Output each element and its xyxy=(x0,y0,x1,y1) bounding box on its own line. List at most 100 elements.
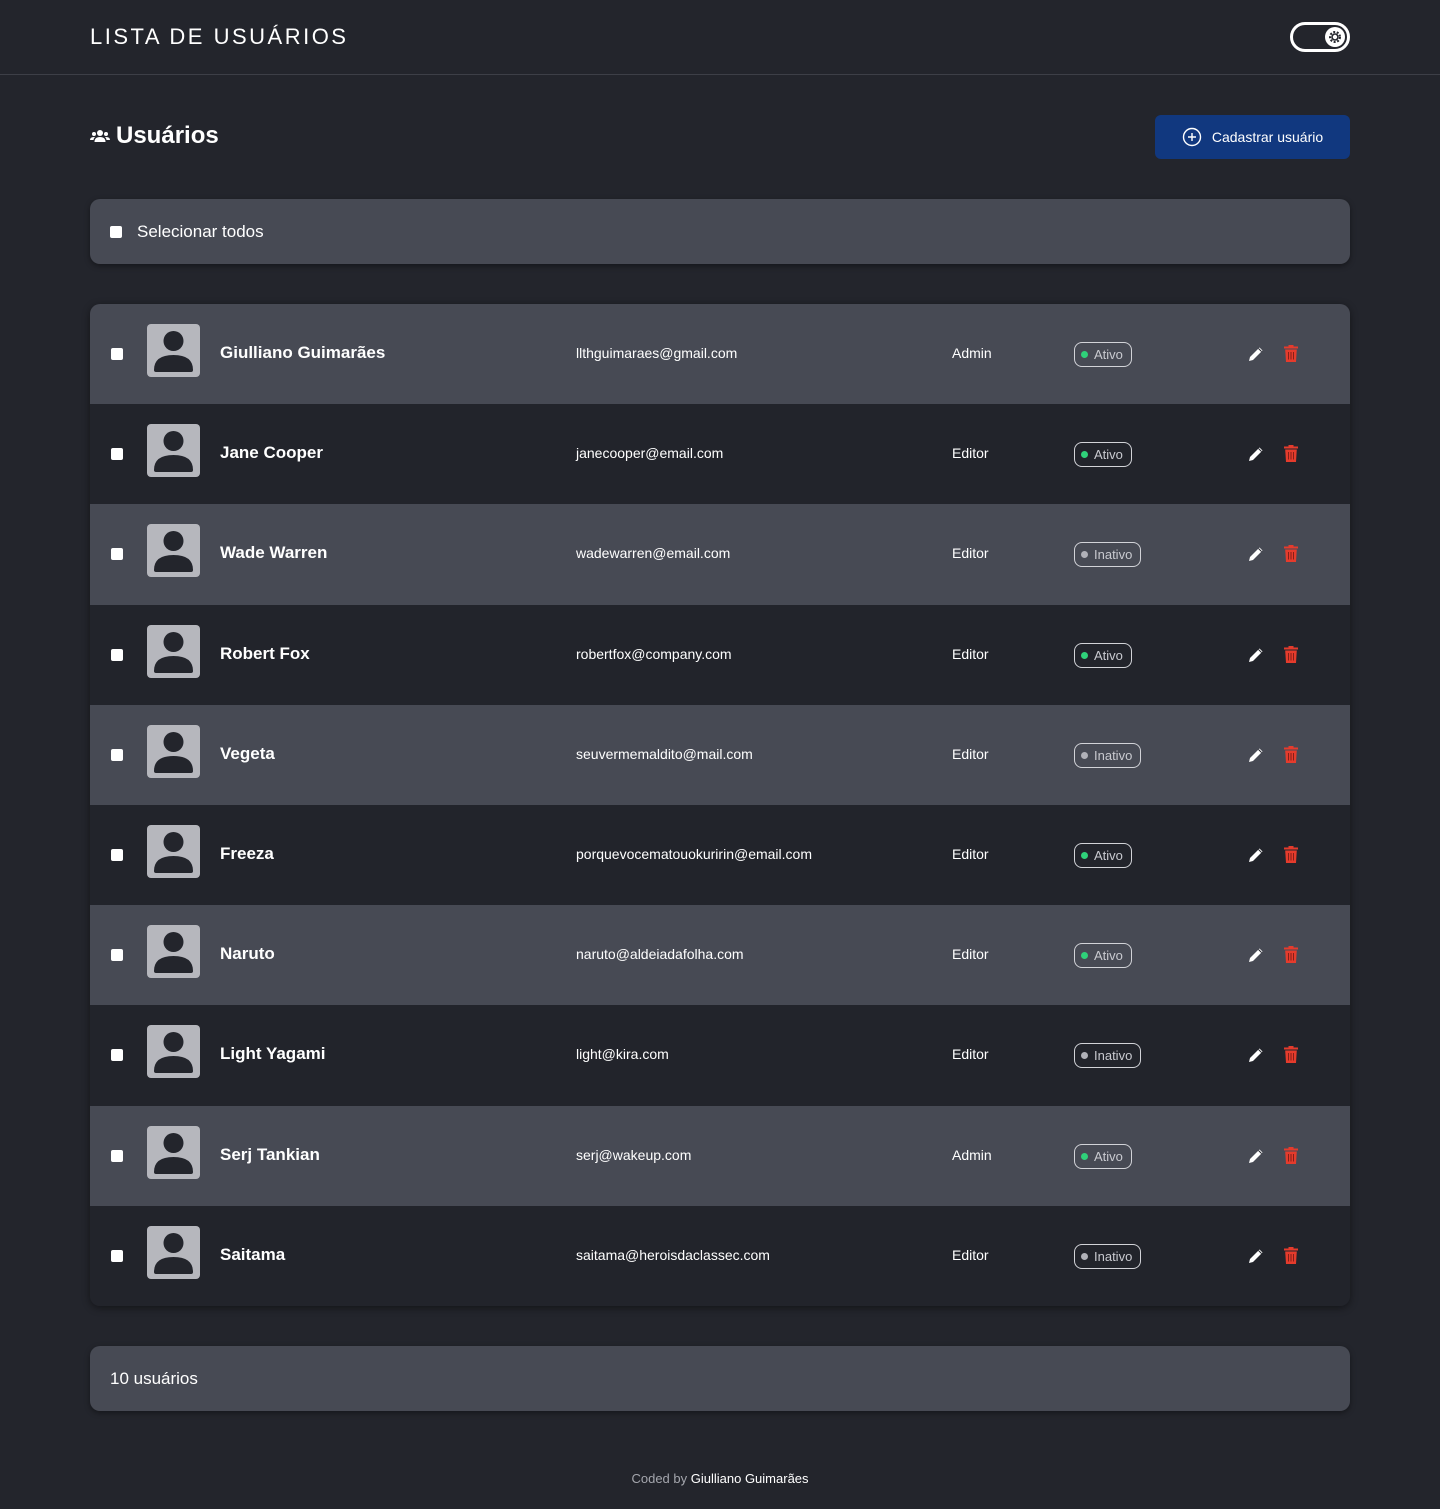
avatar xyxy=(147,925,200,979)
user-name: Jane Cooper xyxy=(220,443,323,463)
trash-icon[interactable] xyxy=(1284,645,1298,663)
status-badge: Ativo xyxy=(1074,1143,1132,1169)
user-name: Wade Warren xyxy=(220,543,328,563)
trash-icon[interactable] xyxy=(1284,946,1298,964)
user-email: light@kira.com xyxy=(576,1046,669,1063)
top-bar: LISTA DE USUÁRIOS xyxy=(0,0,1440,75)
pencil-icon[interactable] xyxy=(1247,946,1265,964)
status-badge: Ativo xyxy=(1074,642,1132,668)
trash-icon[interactable] xyxy=(1284,745,1298,763)
row-checkbox[interactable] xyxy=(111,748,123,761)
status-label: Inativo xyxy=(1094,1248,1133,1264)
status-dot xyxy=(1081,851,1088,859)
user-icon xyxy=(154,731,193,773)
user-email: naruto@aldeiadafolha.com xyxy=(576,946,744,963)
user-row: Wade Warren wadewarren@email.com Editor Ina… xyxy=(90,504,1350,605)
footer-author[interactable]: Giulliano Guimarães xyxy=(691,1471,809,1486)
select-all-checkbox[interactable] xyxy=(110,225,122,238)
status-badge: Ativo xyxy=(1074,442,1132,468)
status-dot xyxy=(1081,551,1088,559)
avatar xyxy=(147,324,200,377)
trash-icon[interactable] xyxy=(1284,845,1298,863)
status-label: Ativo xyxy=(1094,847,1123,863)
status-badge: Inativo xyxy=(1074,1043,1142,1069)
status-dot xyxy=(1081,751,1088,759)
user-icon xyxy=(154,331,193,372)
user-icon xyxy=(154,631,193,673)
user-role: Editor xyxy=(952,1246,989,1263)
row-checkbox[interactable] xyxy=(111,1149,123,1162)
status-label: Ativo xyxy=(1094,447,1123,463)
status-dot xyxy=(1081,651,1088,659)
row-checkbox[interactable] xyxy=(111,348,123,360)
row-checkbox[interactable] xyxy=(111,1249,123,1262)
user-name: Freeza xyxy=(220,843,274,863)
avatar xyxy=(147,524,200,578)
status-dot xyxy=(1081,952,1088,960)
trash-icon[interactable] xyxy=(1284,1046,1298,1064)
trash-icon[interactable] xyxy=(1284,545,1298,563)
user-email: llthguimaraes@gmail.com xyxy=(576,345,738,361)
user-name: Serj Tankian xyxy=(220,1144,320,1164)
status-label: Inativo xyxy=(1094,1048,1133,1064)
user-name: Robert Fox xyxy=(220,643,310,663)
page-title: Usuários xyxy=(116,122,219,149)
pencil-icon[interactable] xyxy=(1247,345,1265,363)
pencil-icon[interactable] xyxy=(1247,1247,1265,1265)
row-checkbox[interactable] xyxy=(111,648,123,661)
user-role: Editor xyxy=(952,946,989,963)
status-badge: Ativo xyxy=(1074,342,1132,367)
footer-prefix: Coded by xyxy=(631,1471,688,1486)
user-icon xyxy=(154,431,193,473)
row-checkbox[interactable] xyxy=(111,1049,123,1062)
user-name: Giulliano Guimarães xyxy=(220,343,386,362)
pencil-icon[interactable] xyxy=(1247,545,1265,563)
pencil-icon[interactable] xyxy=(1247,1147,1265,1165)
row-checkbox[interactable] xyxy=(111,548,123,561)
user-icon xyxy=(154,1132,193,1174)
app-title: LISTA DE USUÁRIOS xyxy=(90,24,349,49)
status-badge: Inativo xyxy=(1074,542,1142,568)
user-row: Jane Cooper janecooper@email.com Editor Ati… xyxy=(90,404,1350,505)
status-dot xyxy=(1081,1152,1088,1160)
trash-icon[interactable] xyxy=(1284,445,1298,463)
users-icon xyxy=(90,130,110,142)
user-name: Light Yagami xyxy=(220,1044,326,1064)
avatar xyxy=(147,1125,200,1179)
status-badge: Ativo xyxy=(1074,943,1132,969)
status-label: Ativo xyxy=(1094,647,1123,663)
user-role: Editor xyxy=(952,545,989,562)
user-role: Editor xyxy=(952,745,989,762)
trash-icon[interactable] xyxy=(1284,1146,1298,1164)
pencil-icon[interactable] xyxy=(1247,445,1265,463)
user-icon xyxy=(154,831,193,873)
user-row: Vegeta seuvermemaldito@mail.com Editor Inat… xyxy=(90,704,1350,805)
user-icon xyxy=(154,932,193,974)
theme-toggle[interactable] xyxy=(1290,22,1350,52)
trash-icon[interactable] xyxy=(1284,345,1298,362)
pencil-icon[interactable] xyxy=(1247,646,1265,664)
add-user-button-label: Cadastrar usuário xyxy=(1211,129,1324,145)
select-all-label: Selecionar todos xyxy=(137,221,264,241)
user-name: Naruto xyxy=(220,944,275,964)
status-label: Inativo xyxy=(1094,747,1133,763)
trash-icon[interactable] xyxy=(1284,1246,1298,1264)
user-role: Editor xyxy=(952,445,989,462)
user-name: Saitama xyxy=(220,1244,286,1264)
row-checkbox[interactable] xyxy=(111,949,123,962)
row-checkbox[interactable] xyxy=(111,848,123,861)
page-heading: Usuários xyxy=(90,122,219,150)
user-count-bar: 10 usuários xyxy=(90,1346,1350,1411)
pencil-icon[interactable] xyxy=(1247,746,1265,764)
avatar xyxy=(147,1025,200,1079)
row-checkbox[interactable] xyxy=(111,448,123,461)
pencil-icon[interactable] xyxy=(1247,1046,1265,1064)
user-row: Saitama saitama@heroisdaclassec.com Editor… xyxy=(90,1205,1350,1306)
pencil-icon[interactable] xyxy=(1247,846,1265,864)
user-count: 10 usuários xyxy=(110,1368,198,1388)
add-user-button[interactable]: Cadastrar usuário xyxy=(1155,115,1350,159)
user-list: Giulliano Guimarães llthguimaraes@gmail.c… xyxy=(90,304,1350,1306)
status-label: Inativo xyxy=(1094,547,1133,563)
user-email: seuvermemaldito@mail.com xyxy=(576,745,753,762)
user-email: wadewarren@email.com xyxy=(576,545,731,562)
